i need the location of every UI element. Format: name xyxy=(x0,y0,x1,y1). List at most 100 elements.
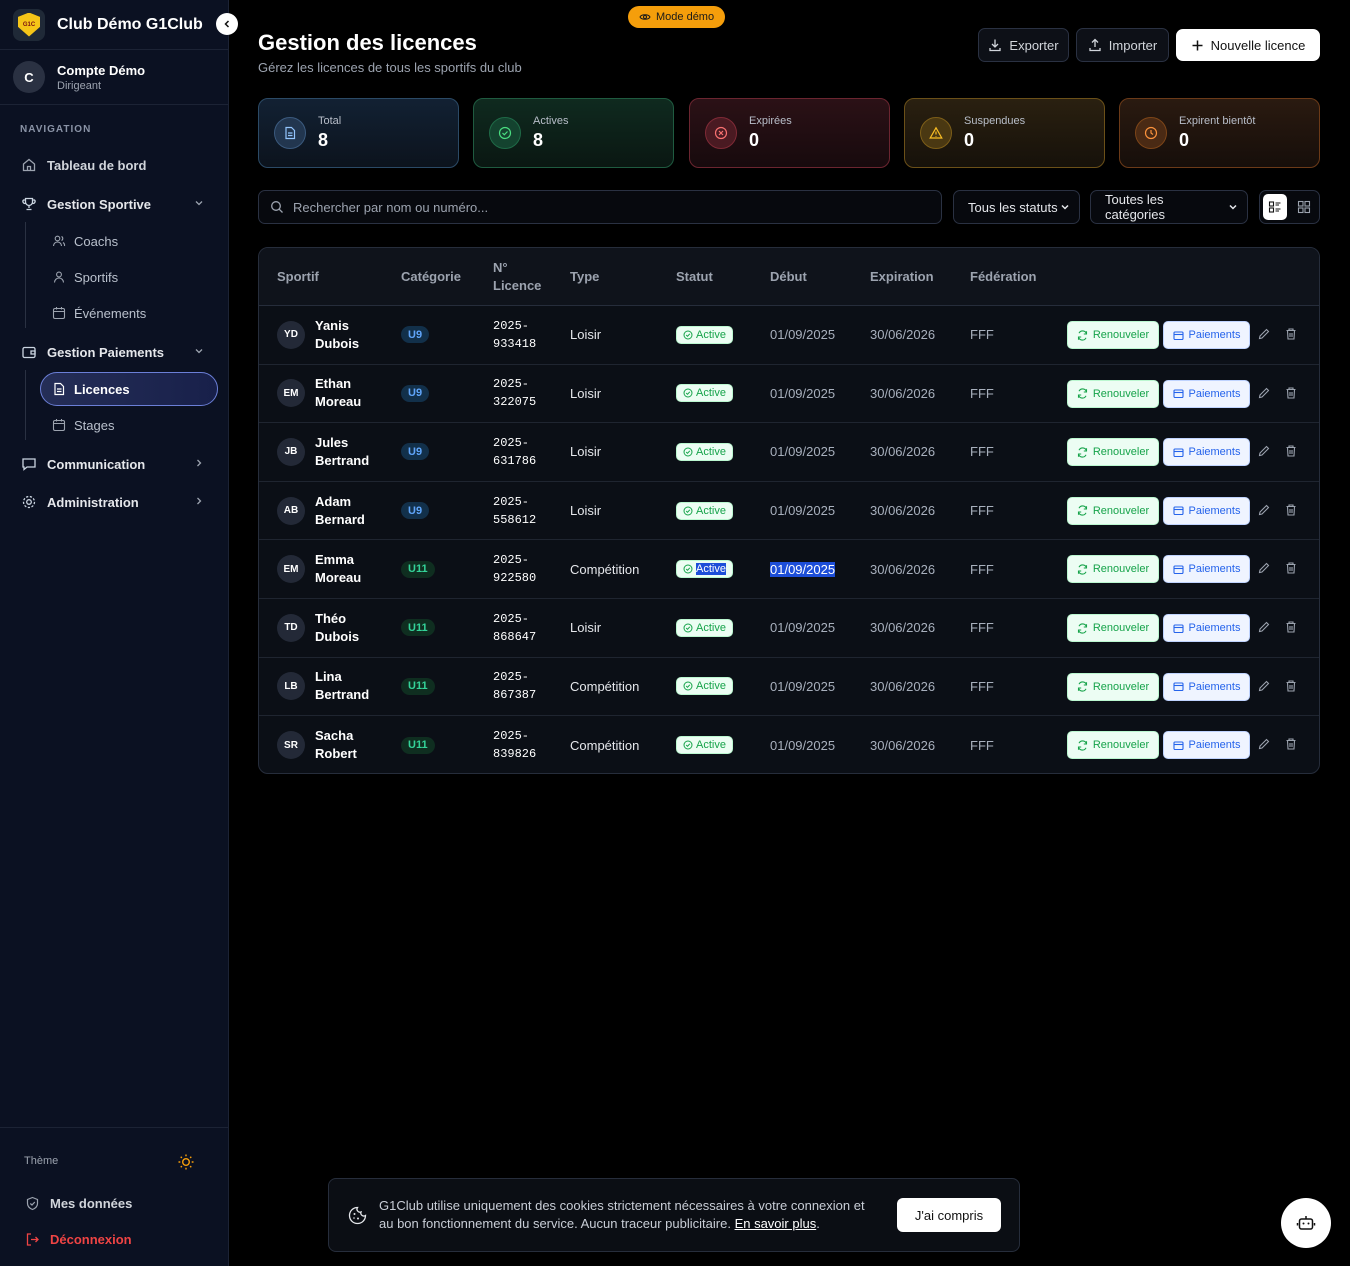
renew-button[interactable]: Renouveler xyxy=(1067,379,1159,408)
renew-label: Renouveler xyxy=(1092,329,1150,341)
cookie-learn-more-link[interactable]: En savoir plus xyxy=(735,1216,817,1231)
column-header-expiration[interactable]: Expiration xyxy=(870,248,934,306)
column-header-categorie[interactable]: Catégorie xyxy=(401,248,461,306)
pencil-icon xyxy=(1258,504,1270,515)
payments-button[interactable]: Paiements xyxy=(1163,321,1250,349)
sidebar-item-licences[interactable]: Licences xyxy=(40,372,218,406)
table-row[interactable]: EM Emma Moreau U11 2025- 922580 Compétition Act… xyxy=(259,540,1319,599)
stat-value: 0 xyxy=(749,130,760,150)
edit-button[interactable] xyxy=(1257,561,1271,575)
grid-view-button[interactable] xyxy=(1292,194,1316,220)
account-card[interactable]: C Compte Démo Dirigeant xyxy=(0,50,228,105)
avatar: AB xyxy=(277,496,305,525)
delete-button[interactable] xyxy=(1284,327,1298,341)
sidebar-item-events[interactable]: Événements xyxy=(52,302,146,324)
payments-button[interactable]: Paiements xyxy=(1163,672,1250,701)
sidebar-item-stages[interactable]: Stages xyxy=(52,414,114,436)
column-header-statut[interactable]: Statut xyxy=(676,248,713,306)
start-date: 01/09/2025 xyxy=(770,737,836,753)
club-logo[interactable]: G1C xyxy=(13,8,45,41)
delete-button[interactable] xyxy=(1284,386,1298,400)
sidebar-item-communication[interactable]: Communication xyxy=(20,452,202,476)
edit-button[interactable] xyxy=(1257,679,1271,693)
edit-button[interactable] xyxy=(1257,737,1271,751)
sidebar-item-sport[interactable]: Gestion Sportive xyxy=(20,192,203,216)
edit-button[interactable] xyxy=(1257,327,1271,341)
renew-button[interactable]: Renouveler xyxy=(1067,438,1159,467)
edit-button[interactable] xyxy=(1257,503,1271,517)
sidebar-item-sportifs[interactable]: Sportifs xyxy=(52,266,118,288)
renew-button[interactable]: Renouveler xyxy=(1067,731,1159,760)
payments-button[interactable]: Paiements xyxy=(1163,614,1250,642)
licence-number: 2025- 839826 xyxy=(493,727,536,763)
renew-button[interactable]: Renouveler xyxy=(1067,321,1159,349)
delete-button[interactable] xyxy=(1284,679,1298,693)
table-row[interactable]: LB Lina Bertrand U11 2025- 867387 Compétition A… xyxy=(259,658,1319,717)
sidebar-item-coachs[interactable]: Coachs xyxy=(52,230,118,252)
column-header-federation[interactable]: Fédération xyxy=(970,248,1036,306)
refresh-icon xyxy=(1077,388,1087,399)
delete-button[interactable] xyxy=(1284,737,1298,751)
theme-toggle[interactable] xyxy=(177,1153,195,1171)
renew-button[interactable]: Renouveler xyxy=(1067,614,1159,642)
new-licence-button[interactable]: Nouvelle licence xyxy=(1176,29,1320,61)
category-cell: U9 xyxy=(401,423,430,481)
renew-button[interactable]: Renouveler xyxy=(1067,672,1159,701)
my-data-link[interactable]: Mes données xyxy=(24,1193,132,1213)
delete-button[interactable] xyxy=(1284,444,1298,458)
table-row[interactable]: YD Yanis Dubois U9 2025- 933418 Loisir Active 01… xyxy=(259,306,1319,365)
table-row[interactable]: JB Jules Bertrand U9 2025- 631786 Loisir Active… xyxy=(259,423,1319,482)
check-circle-icon xyxy=(683,623,693,633)
licence-number-line2: 867387 xyxy=(493,688,537,703)
renew-button[interactable]: Renouveler xyxy=(1067,555,1159,584)
table-row[interactable]: AB Adam Bernard U9 2025- 558612 Loisir Active 01… xyxy=(259,482,1319,541)
delete-button[interactable] xyxy=(1284,620,1298,634)
assistant-bot-button[interactable] xyxy=(1281,1198,1331,1248)
grid-icon xyxy=(1297,200,1311,214)
sportif-cell: TD Théo Dubois xyxy=(277,599,359,657)
refresh-icon xyxy=(1077,447,1087,458)
category-filter-select[interactable]: Toutes les catégories xyxy=(1090,190,1248,224)
status-badge: Active xyxy=(676,677,733,696)
federation-cell: FFF xyxy=(970,678,994,694)
sidebar-item-admin[interactable]: Administration xyxy=(20,490,202,514)
licence-number-line2: 631786 xyxy=(493,453,537,468)
sidebar-item-dashboard[interactable]: Tableau de bord xyxy=(20,153,146,177)
sidebar-item-label: Communication xyxy=(47,456,146,472)
table-row[interactable]: TD Théo Dubois U11 2025- 868647 Loisir Active 01… xyxy=(259,599,1319,658)
payments-button[interactable]: Paiements xyxy=(1163,731,1250,760)
search-input[interactable]: Rechercher par nom ou numéro... xyxy=(258,190,942,224)
trash-icon xyxy=(1286,387,1296,399)
start-date: 01/09/2025 xyxy=(770,561,836,577)
column-header-debut[interactable]: Début xyxy=(770,248,807,306)
logout-button[interactable]: Déconnexion xyxy=(24,1229,132,1249)
calendar-icon xyxy=(52,418,66,432)
column-header-licence-line1: N° xyxy=(493,260,508,275)
edit-button[interactable] xyxy=(1257,386,1271,400)
collapse-sidebar-button[interactable] xyxy=(216,13,238,35)
column-header-sportif[interactable]: Sportif xyxy=(277,248,319,306)
payments-button[interactable]: Paiements xyxy=(1163,555,1250,584)
payments-button[interactable]: Paiements xyxy=(1163,496,1250,525)
account-role: Dirigeant xyxy=(57,79,102,92)
start-date-cell: 01/09/2025 xyxy=(770,599,835,657)
column-header-licence[interactable]: N° Licence xyxy=(493,248,541,306)
table-row[interactable]: SR Sacha Robert U11 2025- 839826 Compétition Ac… xyxy=(259,716,1319,773)
column-header-type[interactable]: Type xyxy=(570,248,599,306)
sidebar-item-payments[interactable]: Gestion Paiements xyxy=(20,340,203,364)
cookie-accept-button[interactable]: J'ai compris xyxy=(897,1198,1001,1232)
status-cell: Active xyxy=(676,423,733,481)
table-row[interactable]: EM Ethan Moreau U9 2025- 322075 Loisir Active 01… xyxy=(259,365,1319,424)
status-filter-select[interactable]: Tous les statuts xyxy=(953,190,1080,224)
edit-button[interactable] xyxy=(1257,444,1271,458)
delete-button[interactable] xyxy=(1284,561,1298,575)
delete-button[interactable] xyxy=(1284,503,1298,517)
renew-button[interactable]: Renouveler xyxy=(1067,496,1159,525)
export-button[interactable]: Exporter xyxy=(978,28,1069,62)
list-view-button[interactable] xyxy=(1263,194,1287,220)
import-button[interactable]: Importer xyxy=(1076,28,1169,62)
payments-button[interactable]: Paiements xyxy=(1163,379,1250,408)
wallet-icon xyxy=(1172,389,1184,399)
edit-button[interactable] xyxy=(1257,620,1271,634)
payments-button[interactable]: Paiements xyxy=(1163,438,1250,467)
